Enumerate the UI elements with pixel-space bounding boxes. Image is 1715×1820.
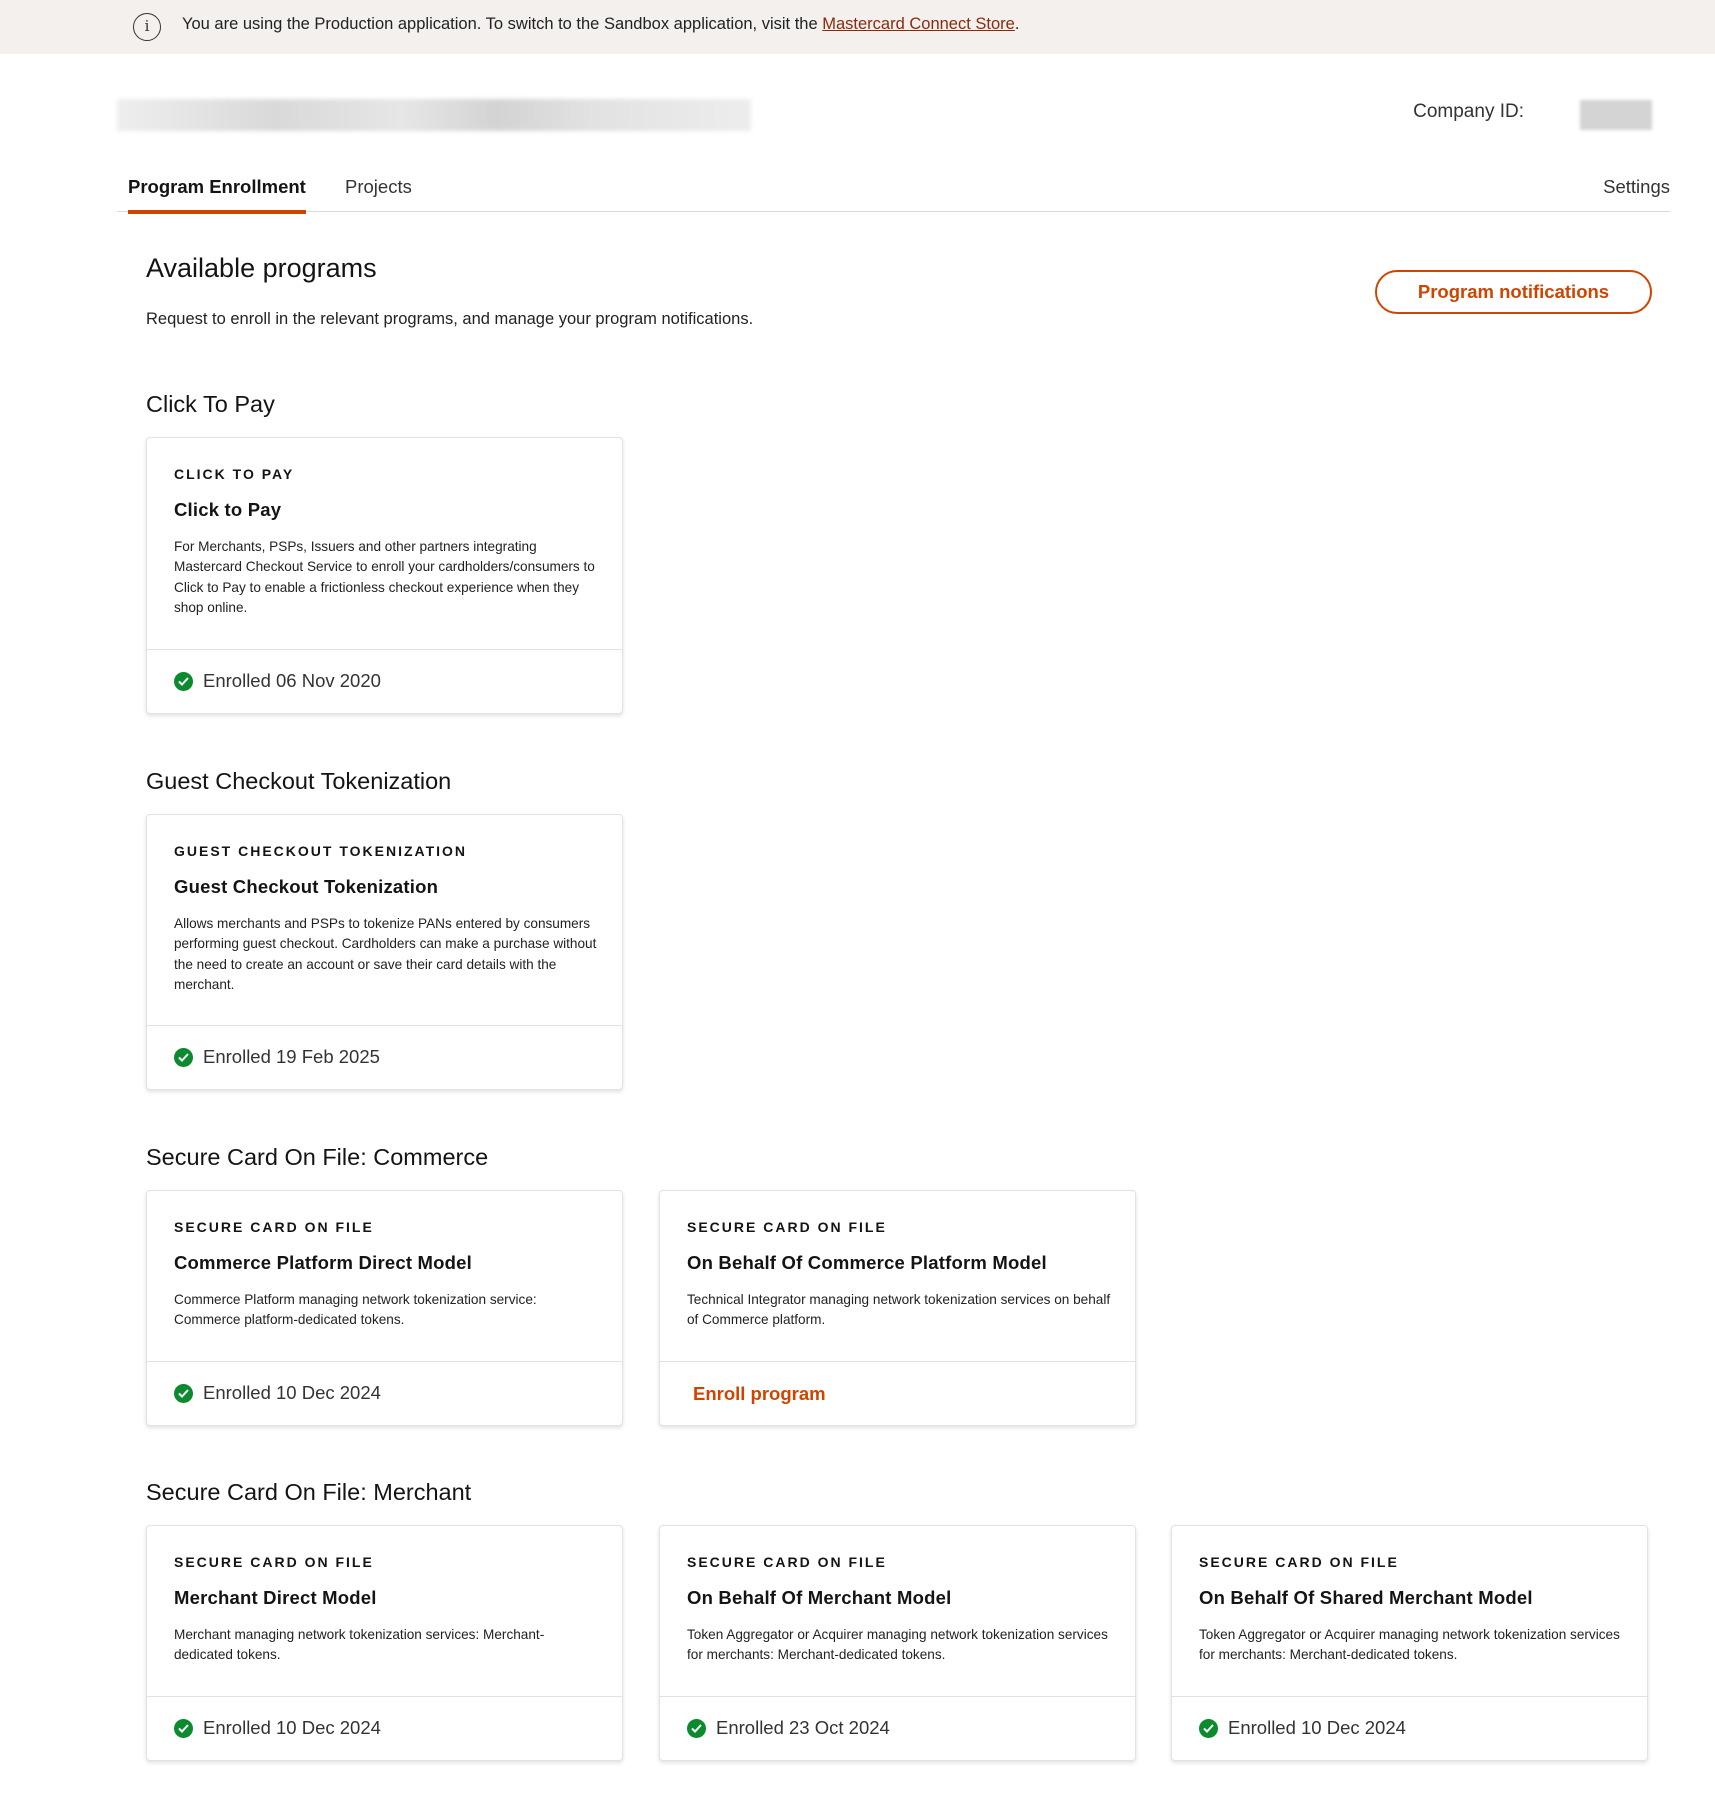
card-footer: Enrolled 06 Nov 2020 xyxy=(147,649,622,713)
card-eyebrow: SECURE CARD ON FILE xyxy=(1199,1554,1399,1570)
card-eyebrow: SECURE CARD ON FILE xyxy=(174,1554,374,1570)
card-eyebrow: SECURE CARD ON FILE xyxy=(174,1219,374,1235)
company-name-redacted xyxy=(117,99,751,131)
section-title-scof-commerce: Secure Card On File: Commerce xyxy=(146,1144,489,1170)
card-eyebrow: SECURE CARD ON FILE xyxy=(687,1554,887,1570)
program-card-on-behalf-merchant: SECURE CARD ON FILE On Behalf Of Merchan… xyxy=(659,1525,1136,1761)
enrollment-status: Enrolled 10 Dec 2024 xyxy=(174,1382,381,1404)
program-notifications-button[interactable]: Program notifications xyxy=(1375,270,1652,314)
card-title: Commerce Platform Direct Model xyxy=(174,1252,472,1273)
enrollment-status: Enrolled 10 Dec 2024 xyxy=(174,1717,381,1739)
page-title: Available programs xyxy=(146,253,377,283)
card-footer: Enrolled 10 Dec 2024 xyxy=(147,1696,622,1760)
enrollment-status-text: Enrolled 10 Dec 2024 xyxy=(1228,1717,1406,1738)
card-eyebrow: SECURE CARD ON FILE xyxy=(687,1219,887,1235)
card-description: Commerce Platform managing network token… xyxy=(174,1292,537,1328)
enrollment-status: Enrolled 10 Dec 2024 xyxy=(1199,1717,1406,1739)
check-circle-icon xyxy=(174,1383,193,1403)
card-title: Click to Pay xyxy=(174,499,282,520)
check-circle-icon xyxy=(687,1718,706,1738)
section-title-click-to-pay: Click To Pay xyxy=(146,391,275,417)
check-circle-icon xyxy=(1199,1718,1218,1738)
card-footer: Enrolled 10 Dec 2024 xyxy=(1172,1696,1647,1760)
card-footer: Enrolled 23 Oct 2024 xyxy=(660,1696,1135,1760)
card-footer: Enrolled 19 Feb 2025 xyxy=(147,1025,622,1089)
banner-text: You are using the Production application… xyxy=(182,15,823,33)
card-description: Token Aggregator or Acquirer managing ne… xyxy=(1199,1627,1620,1663)
card-description: Allows merchants and PSPs to tokenize PA… xyxy=(174,916,597,992)
card-title: On Behalf Of Commerce Platform Model xyxy=(687,1252,1047,1273)
company-id-redacted xyxy=(1580,100,1652,130)
program-card-on-behalf-commerce-platform: SECURE CARD ON FILE On Behalf Of Commerc… xyxy=(659,1190,1136,1426)
enrollment-status-text: Enrolled 10 Dec 2024 xyxy=(203,1382,381,1403)
connect-store-link[interactable]: Mastercard Connect Store xyxy=(822,15,1015,33)
enrollment-status: Enrolled 06 Nov 2020 xyxy=(174,670,381,692)
card-description: For Merchants, PSPs, Issuers and other p… xyxy=(174,539,595,615)
card-eyebrow: CLICK TO PAY xyxy=(174,466,295,482)
card-description: Merchant managing network tokenization s… xyxy=(174,1627,545,1663)
enrollment-status: Enrolled 23 Oct 2024 xyxy=(687,1717,890,1739)
tab-settings[interactable]: Settings xyxy=(1603,176,1670,198)
card-title: Guest Checkout Tokenization xyxy=(174,876,439,897)
check-circle-icon xyxy=(174,1047,193,1067)
section-title-guest-checkout: Guest Checkout Tokenization xyxy=(146,768,452,794)
program-card-guest-checkout: GUEST CHECKOUT TOKENIZATION Guest Checko… xyxy=(146,814,623,1090)
banner-message: You are using the Production application… xyxy=(182,15,1019,34)
card-title: Merchant Direct Model xyxy=(174,1587,377,1608)
section-title-scof-merchant: Secure Card On File: Merchant xyxy=(146,1479,472,1505)
check-circle-icon xyxy=(174,1718,193,1738)
check-circle-icon xyxy=(174,671,193,691)
main-tabs: Program Enrollment Projects Settings xyxy=(117,170,1670,214)
card-description: Technical Integrator managing network to… xyxy=(687,1292,1111,1328)
program-card-merchant-direct: SECURE CARD ON FILE Merchant Direct Mode… xyxy=(146,1525,623,1761)
card-title: On Behalf Of Merchant Model xyxy=(687,1587,952,1608)
program-card-commerce-platform-direct: SECURE CARD ON FILE Commerce Platform Di… xyxy=(146,1190,623,1426)
card-footer: Enroll program xyxy=(660,1361,1135,1425)
enrollment-status: Enrolled 19 Feb 2025 xyxy=(174,1046,380,1068)
card-title: On Behalf Of Shared Merchant Model xyxy=(1199,1587,1533,1608)
info-icon: i xyxy=(133,13,161,41)
enrollment-status-text: Enrolled 06 Nov 2020 xyxy=(203,670,381,691)
card-eyebrow: GUEST CHECKOUT TOKENIZATION xyxy=(174,843,468,859)
enrollment-status-text: Enrolled 10 Dec 2024 xyxy=(203,1717,381,1738)
company-id-label: Company ID: xyxy=(1413,101,1524,122)
banner-suffix: . xyxy=(1014,15,1020,33)
program-card-on-behalf-shared-merchant: SECURE CARD ON FILE On Behalf Of Shared … xyxy=(1171,1525,1648,1761)
enroll-program-link[interactable]: Enroll program xyxy=(693,1383,826,1405)
card-footer: Enrolled 10 Dec 2024 xyxy=(147,1361,622,1425)
tab-program-enrollment[interactable]: Program Enrollment xyxy=(128,176,306,214)
program-card-click-to-pay: CLICK TO PAY Click to Pay For Merchants,… xyxy=(146,437,623,714)
page-subtitle: Request to enroll in the relevant progra… xyxy=(146,310,754,328)
enrollment-status-text: Enrolled 23 Oct 2024 xyxy=(716,1717,890,1738)
enrollment-status-text: Enrolled 19 Feb 2025 xyxy=(203,1046,380,1067)
environment-banner: i You are using the Production applicati… xyxy=(0,0,1715,54)
tab-projects[interactable]: Projects xyxy=(345,176,412,198)
card-description: Token Aggregator or Acquirer managing ne… xyxy=(687,1627,1108,1663)
